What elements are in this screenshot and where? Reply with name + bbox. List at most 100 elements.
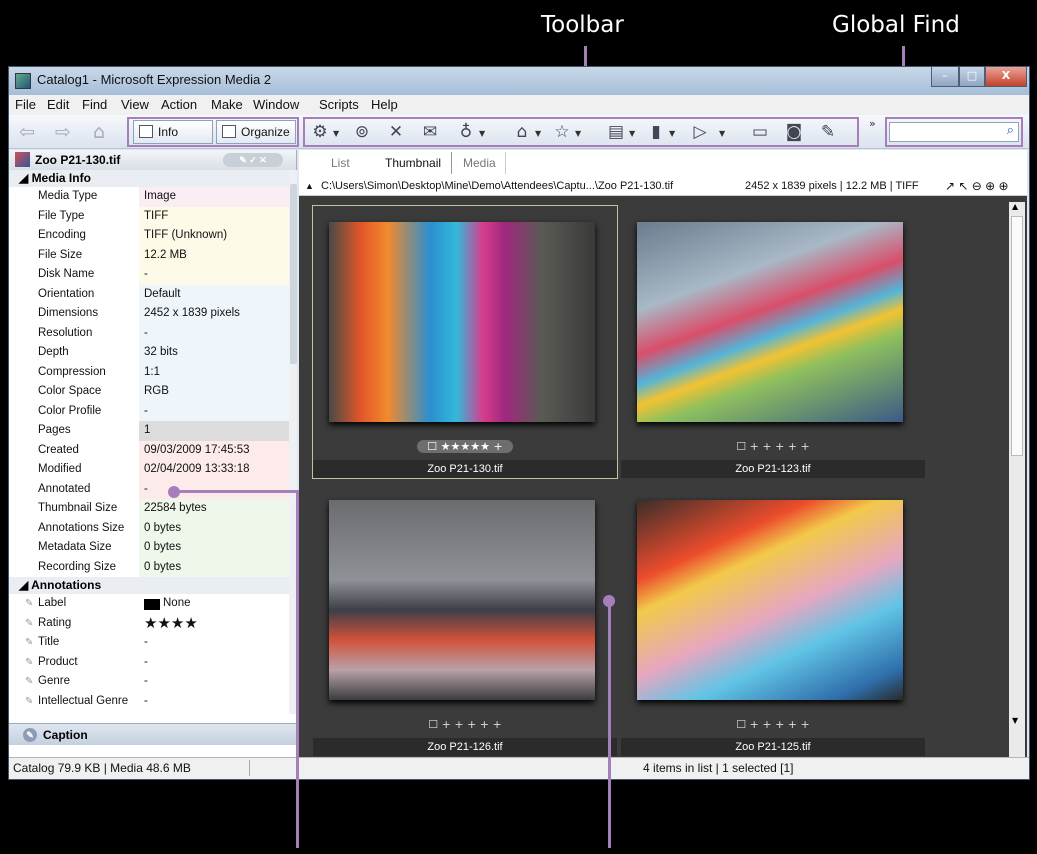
menu-scripts[interactable]: Scripts bbox=[319, 97, 359, 112]
thumbnail-image[interactable] bbox=[637, 500, 903, 700]
thumbnail-image[interactable] bbox=[329, 500, 595, 700]
annotation-row[interactable]: ✎ Intellectual Genre - bbox=[9, 692, 289, 712]
rating-stars[interactable]: ☐ ★★★★★ + bbox=[313, 440, 617, 453]
media-info-row[interactable]: File Type TIFF bbox=[9, 206, 289, 226]
caption-section[interactable]: ✎ Caption bbox=[9, 723, 297, 745]
thumbnail-cell[interactable]: ☐ + + + + + Zoo P21-126.tif bbox=[313, 484, 617, 756]
media-info-value[interactable]: 2452 x 1839 pixels bbox=[139, 304, 289, 324]
thumbnail-cell[interactable]: ☐ + + + + + Zoo P21-125.tif bbox=[621, 484, 925, 756]
media-info-value[interactable]: TIFF (Unknown) bbox=[139, 226, 289, 246]
menu-file[interactable]: File bbox=[15, 97, 36, 112]
close-button[interactable]: X bbox=[985, 67, 1027, 87]
media-info-row[interactable]: Thumbnail Size 22584 bytes bbox=[9, 499, 289, 519]
annotation-value[interactable]: - bbox=[139, 653, 289, 673]
media-info-value[interactable]: 12.2 MB bbox=[139, 245, 289, 265]
thumbnail-image[interactable] bbox=[637, 222, 903, 422]
annotation-value[interactable]: None bbox=[139, 594, 289, 614]
menu-action[interactable]: Action bbox=[161, 97, 197, 112]
media-info-row[interactable]: Compression 1:1 bbox=[9, 362, 289, 382]
media-info-value[interactable]: TIFF bbox=[139, 206, 289, 226]
home-icon[interactable]: ⌂ bbox=[87, 121, 111, 143]
annotation-row[interactable]: ✎ Product - bbox=[9, 653, 289, 673]
media-info-value[interactable]: 09/03/2009 17:45:53 bbox=[139, 440, 289, 460]
label-checkbox-icon[interactable]: ☐ bbox=[736, 440, 746, 453]
annotation-value[interactable]: - bbox=[139, 633, 289, 653]
media-info-value[interactable]: 1:1 bbox=[139, 362, 289, 382]
status-left: Catalog 79.9 KB | Media 48.6 MB bbox=[13, 761, 191, 775]
media-info-row[interactable]: Dimensions 2452 x 1839 pixels bbox=[9, 304, 289, 324]
media-info-value[interactable]: 0 bytes bbox=[139, 518, 289, 538]
zoom-controls-icon[interactable]: ↗ ↖ ⊖ ⊕ ⊕ bbox=[945, 176, 1009, 196]
media-info-value[interactable]: 0 bytes bbox=[139, 538, 289, 558]
thumbnail-image[interactable] bbox=[329, 222, 595, 422]
annotation-row[interactable]: ✎ Label None bbox=[9, 594, 289, 614]
media-info-value[interactable]: 22584 bytes bbox=[139, 499, 289, 519]
annotations-section[interactable]: ◢ Annotations bbox=[9, 577, 289, 594]
forward-arrow-icon[interactable]: ⇨ bbox=[51, 121, 75, 143]
label-checkbox-icon[interactable]: ☐ bbox=[427, 440, 437, 453]
media-info-value[interactable]: Default bbox=[139, 284, 289, 304]
thumbnail-filename: Zoo P21-123.tif bbox=[621, 460, 925, 478]
media-info-value[interactable]: 32 bits bbox=[139, 343, 289, 363]
minimize-button[interactable]: – bbox=[931, 67, 959, 87]
media-info-section[interactable]: ◢ Media Info bbox=[9, 170, 289, 187]
media-info-row[interactable]: Created 09/03/2009 17:45:53 bbox=[9, 440, 289, 460]
scroll-up-icon[interactable]: ▲ bbox=[1012, 202, 1018, 211]
media-info-value[interactable]: 1 bbox=[139, 421, 289, 441]
path-up-icon[interactable]: ▲ bbox=[305, 176, 314, 196]
media-info-row[interactable]: File Size 12.2 MB bbox=[9, 245, 289, 265]
tab-list[interactable]: List bbox=[331, 156, 350, 170]
media-info-row[interactable]: Annotations Size 0 bytes bbox=[9, 518, 289, 538]
media-info-row[interactable]: Color Profile - bbox=[9, 401, 289, 421]
media-info-row[interactable]: Disk Name - bbox=[9, 265, 289, 285]
media-info-value[interactable]: Image bbox=[139, 187, 289, 207]
media-info-value[interactable]: - bbox=[139, 265, 289, 285]
menu-find[interactable]: Find bbox=[82, 97, 107, 112]
label-checkbox-icon[interactable]: ☐ bbox=[736, 718, 746, 731]
thumbnail-cell[interactable]: ☐ + + + + + Zoo P21-123.tif bbox=[621, 206, 925, 478]
info-panel-scroll-thumb[interactable] bbox=[290, 184, 297, 364]
annotation-controls[interactable]: ✎ ✓ ✕ bbox=[223, 153, 283, 167]
media-info-row[interactable]: Pages 1 bbox=[9, 421, 289, 441]
media-info-row[interactable]: Modified 02/04/2009 13:33:18 bbox=[9, 460, 289, 480]
thumbnail-scroll-thumb[interactable] bbox=[1011, 216, 1023, 456]
media-info-row[interactable]: Depth 32 bits bbox=[9, 343, 289, 363]
media-info-value[interactable]: - bbox=[139, 323, 289, 343]
rating-stars[interactable]: ☐ + + + + + bbox=[621, 440, 925, 453]
menu-window[interactable]: Window bbox=[253, 97, 299, 112]
back-arrow-icon[interactable]: ⇦ bbox=[15, 121, 39, 143]
annotation-value[interactable]: - bbox=[139, 692, 289, 712]
annotation-key: Label bbox=[38, 597, 67, 609]
scroll-down-icon[interactable]: ▼ bbox=[1012, 716, 1018, 725]
rating-stars[interactable]: ☐ + + + + + bbox=[313, 718, 617, 731]
menu-make[interactable]: Make bbox=[211, 97, 243, 112]
tab-media[interactable]: Media bbox=[463, 156, 496, 170]
thumbnail-scrollbar[interactable]: ▲ ▼ bbox=[1009, 202, 1025, 757]
media-info-row[interactable]: Recording Size 0 bytes bbox=[9, 557, 289, 577]
annotation-row[interactable]: ✎ Title - bbox=[9, 633, 289, 653]
annotation-row[interactable]: ✎ Genre - bbox=[9, 672, 289, 692]
annotation-row[interactable]: ✎ Rating ★★★★ bbox=[9, 614, 289, 634]
toolbar-overflow-icon[interactable]: » bbox=[869, 117, 876, 130]
tab-thumbnail[interactable]: Thumbnail bbox=[385, 156, 441, 170]
media-info-row[interactable]: Encoding TIFF (Unknown) bbox=[9, 226, 289, 246]
menu-view[interactable]: View bbox=[121, 97, 149, 112]
media-info-value[interactable]: - bbox=[139, 401, 289, 421]
rating-stars[interactable]: ☐ + + + + + bbox=[621, 718, 925, 731]
media-info-row[interactable]: Orientation Default bbox=[9, 284, 289, 304]
annotation-value[interactable]: ★★★★ bbox=[139, 614, 289, 634]
media-info-row[interactable]: Media Type Image bbox=[9, 187, 289, 207]
annotation-key: Title bbox=[38, 636, 60, 648]
menu-help[interactable]: Help bbox=[371, 97, 398, 112]
menu-edit[interactable]: Edit bbox=[47, 97, 69, 112]
media-info-row[interactable]: Color Space RGB bbox=[9, 382, 289, 402]
media-info-value[interactable]: 02/04/2009 13:33:18 bbox=[139, 460, 289, 480]
media-info-row[interactable]: Metadata Size 0 bytes bbox=[9, 538, 289, 558]
media-info-row[interactable]: Resolution - bbox=[9, 323, 289, 343]
annotation-value[interactable]: - bbox=[139, 672, 289, 692]
label-checkbox-icon[interactable]: ☐ bbox=[428, 718, 438, 731]
maximize-button[interactable]: □ bbox=[959, 67, 985, 87]
media-info-value[interactable]: RGB bbox=[139, 382, 289, 402]
thumbnail-cell[interactable]: ☐ ★★★★★ + Zoo P21-130.tif bbox=[312, 205, 618, 479]
media-info-value[interactable]: 0 bytes bbox=[139, 557, 289, 577]
